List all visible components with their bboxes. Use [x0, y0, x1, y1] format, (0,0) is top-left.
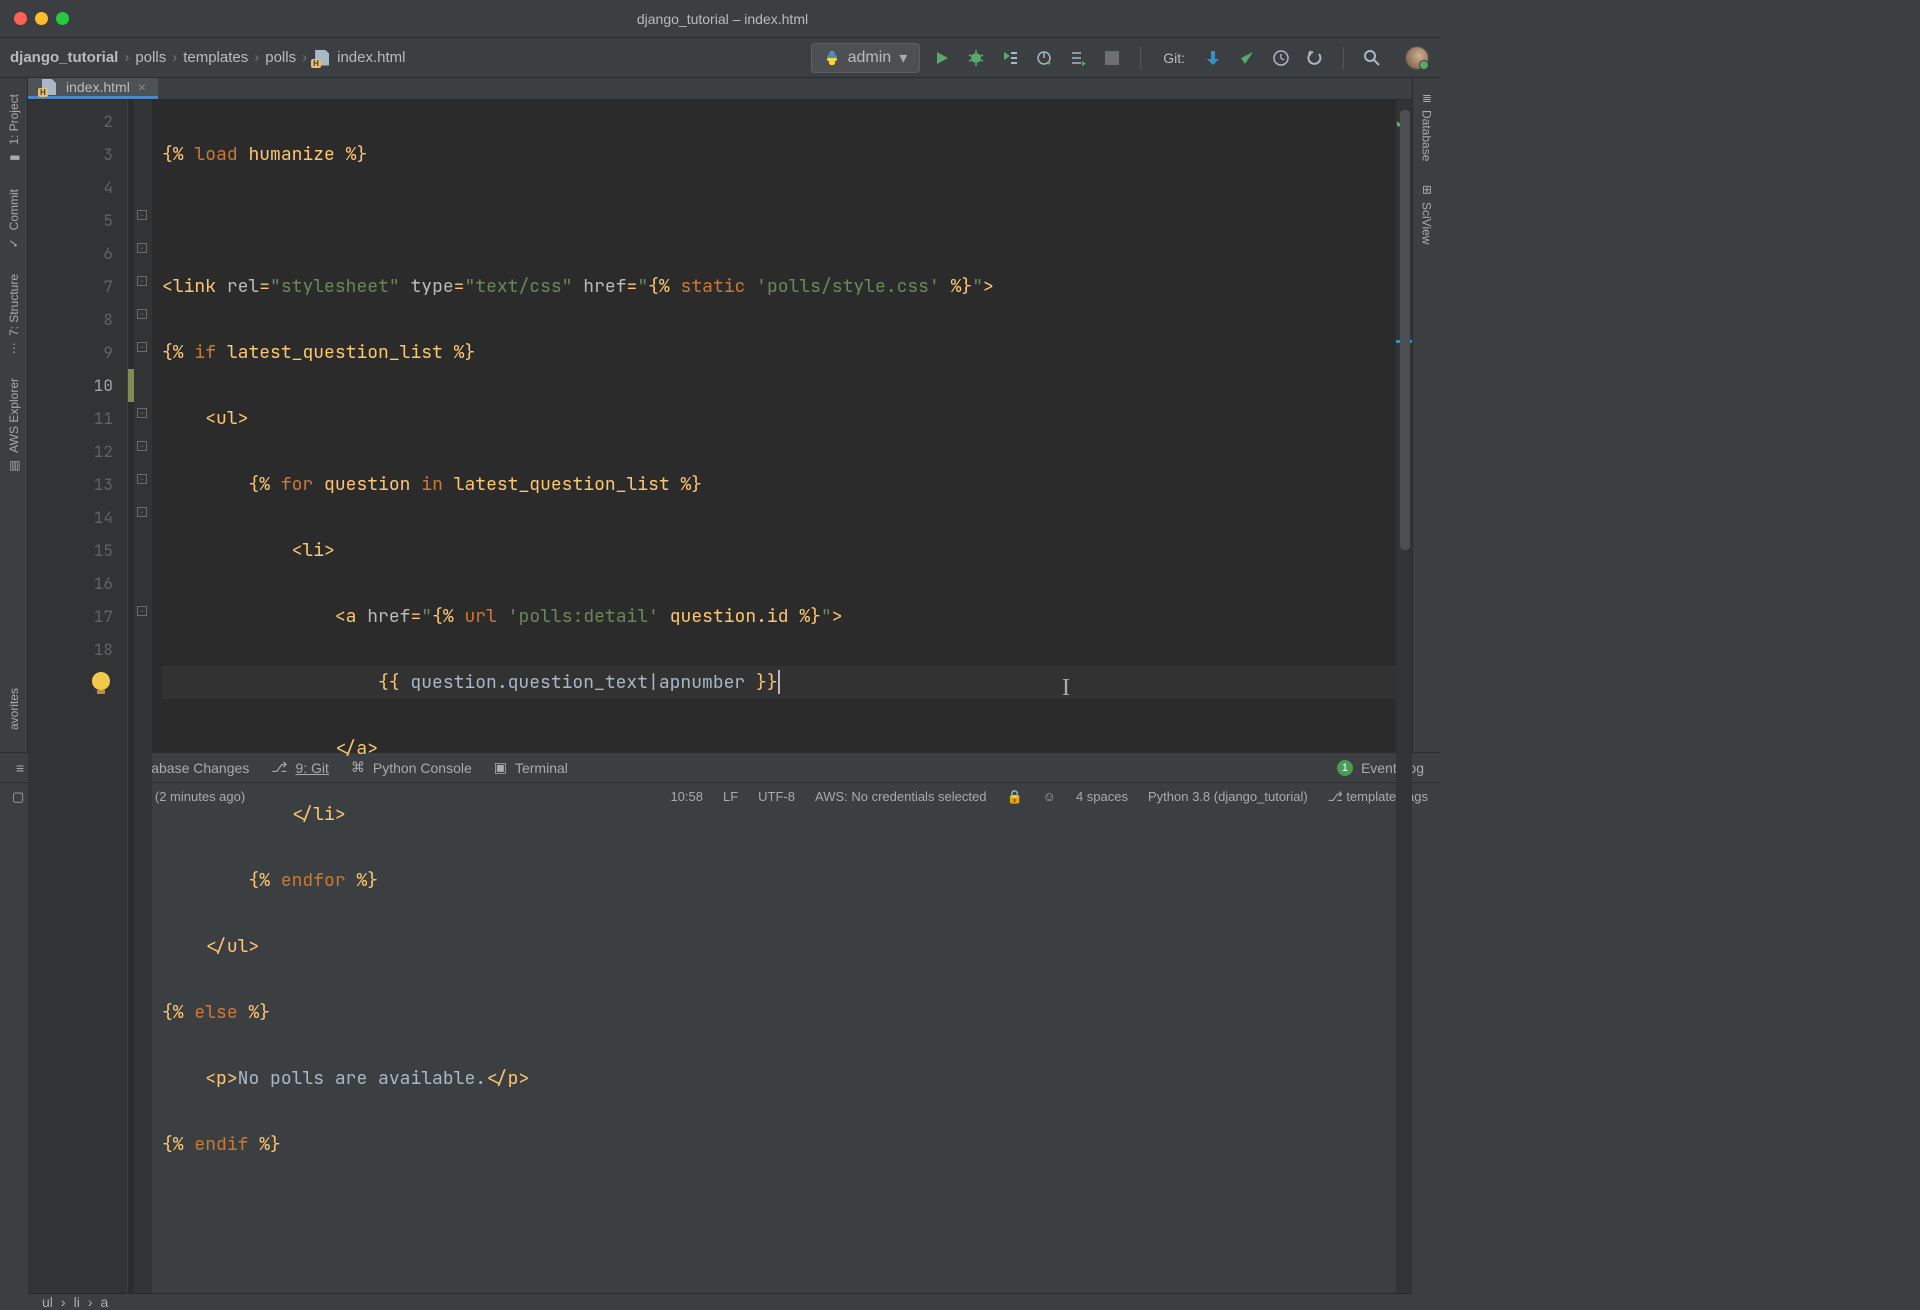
navigation-bar: django_tutorial › polls › templates › po… — [0, 38, 1440, 78]
line-number: 18 — [28, 633, 113, 666]
breadcrumb-item[interactable]: a — [100, 1294, 108, 1310]
chevron-right-icon: › — [124, 49, 129, 66]
fold-toggle[interactable]: − — [137, 441, 147, 451]
database-tool-tab[interactable]: ≣Database — [1418, 82, 1436, 173]
line-number: 14 — [28, 501, 113, 534]
fold-toggle[interactable]: − — [137, 309, 147, 319]
editor-tab-active[interactable]: H index.html × — [28, 78, 158, 99]
structure-tool-tab[interactable]: ⋮7: Structure — [5, 262, 23, 366]
fold-toggle[interactable]: − — [137, 408, 147, 418]
project-tool-tab[interactable]: ▮1: Project — [5, 82, 23, 177]
vcs-update-button[interactable] — [1203, 48, 1223, 68]
line-number: 8 — [28, 303, 113, 336]
line-number: 2 — [28, 105, 113, 138]
fold-toggle[interactable]: − — [137, 606, 147, 616]
sciview-icon: ⊞ — [1421, 183, 1431, 197]
breadcrumb-root[interactable]: django_tutorial — [10, 49, 118, 66]
line-number: 4 — [28, 171, 113, 204]
line-number: 11 — [28, 402, 113, 435]
close-icon[interactable]: × — [138, 79, 146, 95]
stop-button[interactable] — [1102, 48, 1122, 68]
breadcrumb: django_tutorial › polls › templates › po… — [10, 49, 405, 67]
window-title: django_tutorial – index.html — [19, 11, 1426, 27]
line-number: 17 — [28, 600, 113, 633]
breadcrumb-item[interactable]: li — [74, 1294, 80, 1310]
right-tool-sidebar: ≣Database ⊞SciView — [1412, 78, 1440, 752]
debug-button[interactable] — [966, 48, 986, 68]
chevron-right-icon: › — [88, 1294, 93, 1310]
vcs-rollback-button[interactable] — [1305, 48, 1325, 68]
toolbar: Git: — [932, 45, 1430, 71]
favorites-tab[interactable]: avorites — [5, 676, 23, 742]
titlebar: django_tutorial – index.html — [0, 0, 1440, 38]
fold-gutter: − − − − − − − − − − — [134, 100, 152, 1293]
search-button[interactable] — [1362, 48, 1382, 68]
line-number: 9 — [28, 336, 113, 369]
line-number-gutter[interactable]: 2 3 4 5 6 7 8 9 10 11 12 13 14 15 16 17 … — [28, 100, 128, 1293]
dropdown-icon: ▾ — [899, 48, 907, 68]
structure-icon: ⋮ — [8, 341, 20, 355]
editor-tab-bar: H index.html × — [28, 78, 1412, 100]
line-number: 7 — [28, 270, 113, 303]
vcs-commit-button[interactable] — [1237, 48, 1257, 68]
fold-toggle[interactable]: − — [137, 243, 147, 253]
breadcrumb-seg[interactable]: polls — [265, 49, 296, 66]
line-number: 15 — [28, 534, 113, 567]
git-label: Git: — [1163, 50, 1185, 66]
line-number: 12 — [28, 435, 113, 468]
line-number: 3 — [28, 138, 113, 171]
tab-label: index.html — [66, 79, 130, 95]
commit-tool-tab[interactable]: ✓Commit — [5, 177, 23, 262]
code-area[interactable]: {% load humanize %} <link rel="styleshee… — [152, 100, 1396, 1293]
aws-icon: ▤ — [7, 459, 21, 473]
database-icon: ≣ — [1421, 92, 1431, 106]
fold-toggle[interactable]: − — [137, 474, 147, 484]
line-number: 6 — [28, 237, 113, 270]
breadcrumb-file[interactable]: index.html — [337, 49, 405, 66]
html-file-icon: H — [313, 49, 331, 67]
editor-structure-breadcrumb: ul › li › a — [28, 1293, 1412, 1310]
run-button[interactable] — [932, 48, 952, 68]
sciview-tool-tab[interactable]: ⊞SciView — [1418, 173, 1436, 256]
aws-explorer-tab[interactable]: ▤AWS Explorer — [5, 366, 23, 485]
run-config-selector[interactable]: admin ▾ — [811, 43, 921, 73]
run-coverage-button[interactable] — [1000, 48, 1020, 68]
fold-toggle[interactable]: − — [137, 342, 147, 352]
breadcrumb-item[interactable]: ul — [42, 1294, 53, 1310]
left-tool-sidebar: ▮1: Project ✓Commit ⋮7: Structure ▤AWS E… — [0, 78, 28, 752]
html-file-icon: H — [40, 78, 58, 96]
chevron-right-icon: › — [254, 49, 259, 66]
line-number: 13 — [28, 468, 113, 501]
chevron-right-icon: › — [61, 1294, 66, 1310]
editor-scrollbar[interactable]: ✔ — [1396, 100, 1412, 1293]
python-icon — [824, 50, 840, 66]
profile-button[interactable] — [1034, 48, 1054, 68]
list-icon: ≡ — [16, 760, 24, 776]
fold-toggle[interactable]: − — [137, 210, 147, 220]
breadcrumb-seg[interactable]: polls — [135, 49, 166, 66]
tool-windows-icon[interactable]: ▢ — [12, 789, 24, 805]
line-number: 16 — [28, 567, 113, 600]
chevron-right-icon: › — [302, 49, 307, 66]
folder-icon: ▮ — [7, 151, 21, 165]
chevron-right-icon: › — [172, 49, 177, 66]
fold-toggle[interactable]: − — [137, 507, 147, 517]
ibeam-cursor-icon: I — [1062, 672, 1070, 705]
commit-icon: ✓ — [7, 236, 21, 250]
run-tests-button[interactable] — [1068, 48, 1088, 68]
line-number: 5 — [28, 204, 113, 237]
run-config-label: admin — [848, 49, 892, 67]
vcs-history-button[interactable] — [1271, 48, 1291, 68]
intention-bulb-icon[interactable] — [92, 672, 110, 690]
scrollbar-thumb[interactable] — [1400, 110, 1410, 550]
breadcrumb-seg[interactable]: templates — [183, 49, 248, 66]
user-avatar[interactable] — [1404, 45, 1430, 71]
text-caret — [778, 670, 780, 694]
editor: H index.html × 2 3 4 5 6 7 8 9 10 11 12 … — [28, 78, 1412, 752]
fold-toggle[interactable]: − — [137, 276, 147, 286]
line-number: 10 — [28, 369, 113, 402]
